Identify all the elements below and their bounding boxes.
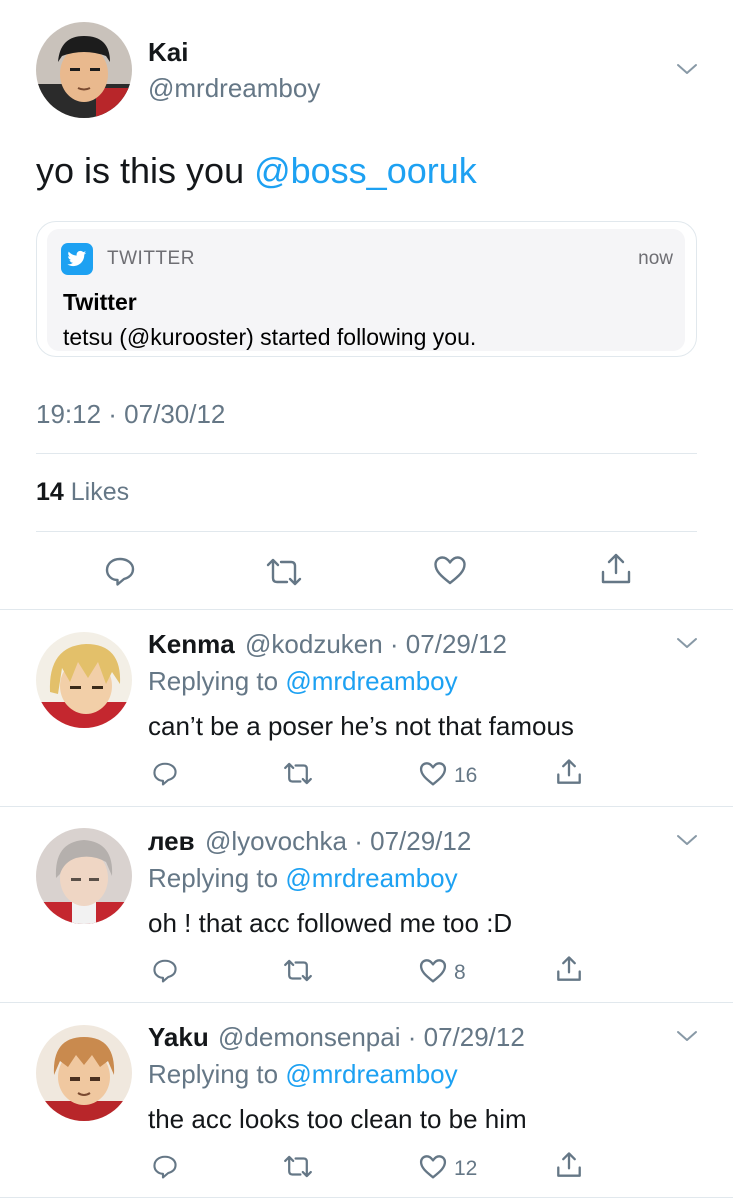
- share-icon[interactable]: [555, 758, 583, 786]
- reply-author-name[interactable]: Yaku: [148, 1022, 209, 1053]
- replying-label: Replying to: [148, 1059, 286, 1089]
- divider: [0, 806, 733, 807]
- chevron-down-icon[interactable]: [676, 636, 698, 650]
- reply-icon[interactable]: [104, 556, 136, 586]
- avatar-lev[interactable]: [36, 828, 132, 924]
- reply-author-name[interactable]: лев: [148, 826, 195, 857]
- share-icon[interactable]: [599, 552, 633, 586]
- reply-handle-date[interactable]: @demonsenpai · 07/29/12: [218, 1022, 525, 1053]
- tweet-text: yo is this you @boss_ooruk: [36, 150, 477, 192]
- likes-label: Likes: [70, 478, 130, 506]
- notification-banner: TWITTER now Twitter tetsu (@kurooster) s…: [47, 229, 685, 351]
- replying-to-mention[interactable]: @mrdreamboy: [285, 666, 457, 696]
- tweet-mention-link[interactable]: @boss_ooruk: [254, 150, 477, 191]
- retweet-icon[interactable]: [282, 1155, 314, 1178]
- twitter-bird-icon: [61, 243, 93, 275]
- divider: [0, 1002, 733, 1003]
- notification-body: tetsu (@kurooster) started following you…: [63, 324, 477, 350]
- likes-count: 14: [36, 478, 64, 506]
- replying-to: Replying to @mrdreamboy: [148, 1059, 458, 1090]
- divider: [36, 531, 697, 532]
- like-count: 12: [454, 1157, 478, 1180]
- retweet-icon[interactable]: [282, 959, 314, 982]
- reply-author-name[interactable]: Kenma: [148, 629, 235, 660]
- notification-app-name: TWITTER: [107, 248, 195, 269]
- replying-to-mention[interactable]: @mrdreamboy: [285, 863, 457, 893]
- tweet-timestamp: 19:12 · 07/30/12: [36, 399, 226, 429]
- replying-to: Replying to @mrdreamboy: [148, 863, 458, 894]
- like-icon[interactable]: [419, 761, 447, 787]
- replying-to: Replying to @mrdreamboy: [148, 666, 458, 697]
- avatar-yaku[interactable]: [36, 1025, 132, 1121]
- like-count: 8: [454, 961, 466, 984]
- reply-text: oh ! that acc followed me too :D: [148, 908, 513, 938]
- notification-time: now: [638, 248, 673, 269]
- like-icon[interactable]: [433, 555, 467, 586]
- reply-icon[interactable]: [152, 761, 178, 786]
- reply-text: can’t be a poser he’s not that famous: [148, 711, 574, 741]
- reply-icon[interactable]: [152, 1154, 178, 1179]
- reply-icon[interactable]: [152, 958, 178, 983]
- replying-label: Replying to: [148, 863, 286, 893]
- tweet-author-name[interactable]: Kai: [148, 37, 188, 68]
- retweet-icon[interactable]: [264, 558, 304, 586]
- notification-card-image[interactable]: TWITTER now Twitter tetsu (@kurooster) s…: [36, 221, 697, 357]
- avatar-kai[interactable]: [36, 22, 132, 118]
- notification-title: Twitter: [63, 289, 137, 315]
- chevron-down-icon[interactable]: [676, 62, 698, 76]
- divider: [36, 453, 697, 454]
- divider: [0, 609, 733, 610]
- tweet-text-body: yo is this you: [36, 150, 255, 191]
- reply-text: the acc looks too clean to be him: [148, 1104, 527, 1134]
- divider: [0, 1197, 733, 1198]
- like-icon[interactable]: [419, 1154, 447, 1180]
- chevron-down-icon[interactable]: [676, 1029, 698, 1043]
- replying-label: Replying to: [148, 666, 286, 696]
- like-count: 16: [454, 764, 478, 787]
- reply-handle-date[interactable]: @kodzuken · 07/29/12: [245, 629, 507, 660]
- retweet-icon[interactable]: [282, 762, 314, 785]
- replying-to-mention[interactable]: @mrdreamboy: [285, 1059, 457, 1089]
- like-icon[interactable]: [419, 958, 447, 984]
- share-icon[interactable]: [555, 1151, 583, 1179]
- avatar-kenma[interactable]: [36, 632, 132, 728]
- tweet-author-handle[interactable]: @mrdreamboy: [148, 73, 320, 104]
- likes-summary[interactable]: 14 Likes: [36, 478, 129, 507]
- share-icon[interactable]: [555, 955, 583, 983]
- chevron-down-icon[interactable]: [676, 833, 698, 847]
- reply-handle-date[interactable]: @lyovochka · 07/29/12: [205, 826, 471, 857]
